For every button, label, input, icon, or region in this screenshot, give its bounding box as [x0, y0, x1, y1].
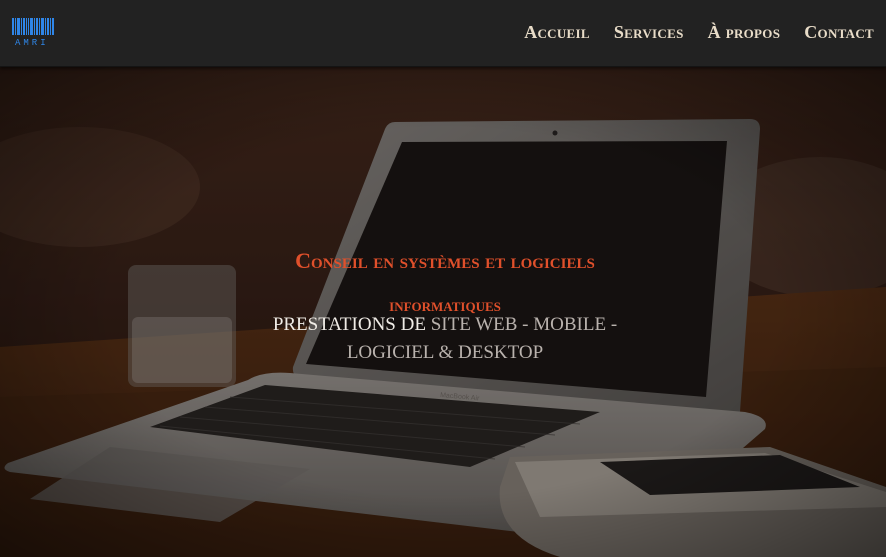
- hero-subline-line2: LOGICIEL & DESKTOP: [346, 342, 544, 363]
- top-navbar: AMRI Accueil Services À propos Contact: [0, 0, 886, 67]
- hero-subline: PRESTATIONS DE SITE WEB - MOBILE - LOGIC…: [220, 311, 670, 367]
- barcode-icon: [12, 18, 58, 35]
- brand-logo[interactable]: AMRI: [12, 18, 58, 50]
- hero-subline-part1: PRESTATIONS DE: [272, 314, 426, 335]
- hero-headline-line1: Conseil en systèmes et logiciels: [295, 248, 595, 273]
- nav-link-a-propos[interactable]: À propos: [708, 22, 781, 43]
- main-nav: Accueil Services À propos Contact: [524, 22, 874, 43]
- brand-name: AMRI: [15, 38, 49, 48]
- nav-link-services[interactable]: Services: [614, 22, 684, 43]
- hero-subline-part2: SITE WEB - MOBILE -: [430, 314, 618, 335]
- hero-section: MacBook Air Conseil en systèmes et logic…: [0, 67, 886, 557]
- nav-link-accueil[interactable]: Accueil: [524, 22, 590, 43]
- nav-link-contact[interactable]: Contact: [804, 22, 874, 43]
- hero-text-block: Conseil en systèmes et logiciels informa…: [0, 67, 886, 557]
